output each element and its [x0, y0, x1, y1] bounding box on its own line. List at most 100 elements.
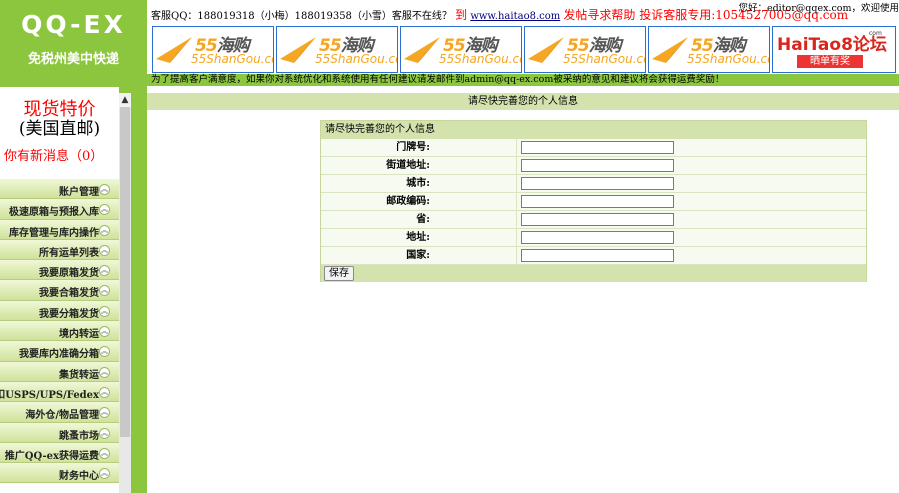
paper-plane-icon	[156, 37, 192, 63]
sidebar-item-inventory[interactable]: 库存管理与库内操作 ︽	[0, 219, 119, 240]
banner-55shangou[interactable]: 55海购 55ShanGou.com	[152, 26, 274, 73]
form-row-postal-code: 邮政编码:	[321, 193, 866, 211]
banner-55shangou[interactable]: 55海购 55ShanGou.com	[276, 26, 398, 73]
scrollbar-thumb[interactable]	[120, 107, 130, 437]
collapse-icon[interactable]: ︽	[99, 468, 110, 480]
sidebar-item-finance[interactable]: 财务中心 ︽	[0, 463, 119, 484]
sidebar-item-label: 所有运单列表	[39, 247, 99, 259]
page-root: QQ-EX 免税州美中快递 现货特价 (美国直邮) 你有新消息（0） 账户管理 ︽…	[0, 0, 899, 493]
street-input[interactable]	[521, 159, 674, 172]
collapse-icon[interactable]: ︽	[99, 366, 110, 378]
sidebar-item-split-box[interactable]: 我要分箱发货 ︽	[0, 300, 119, 322]
banner-url: 55ShanGou.com	[563, 52, 645, 66]
sidebar-item-precise-split[interactable]: 我要库内准确分箱 ︽	[0, 341, 119, 362]
form-footer: 保存	[321, 265, 866, 282]
house-number-label: 门牌号:	[321, 139, 517, 156]
sidebar-item-merge-box[interactable]: 我要合箱发货 ︽	[0, 280, 119, 301]
form-row-house-number: 门牌号:	[321, 139, 866, 157]
paper-plane-icon	[404, 37, 440, 63]
postal-code-input[interactable]	[521, 195, 674, 208]
banner-55shangou[interactable]: 55海购 55ShanGou.com	[648, 26, 770, 73]
sidebar-item-label: 我要分箱发货	[39, 308, 99, 320]
street-label: 街道地址:	[321, 157, 517, 174]
form-row-street: 街道地址:	[321, 157, 866, 175]
address-input[interactable]	[521, 231, 674, 244]
sidebar-item-original-box[interactable]: 我要原箱发货 ︽	[0, 260, 119, 281]
save-button[interactable]: 保存	[324, 266, 354, 281]
sidebar-item-label: 库存管理与库内操作	[9, 227, 99, 239]
form-row-address: 地址:	[321, 229, 866, 247]
user-greeting: 您好：editor@qqex.com，欢迎使用	[738, 3, 899, 14]
banner-url: 55ShanGou.com	[687, 52, 769, 66]
contact-to-text: 到	[455, 8, 468, 22]
collapse-icon[interactable]: ︽	[99, 407, 110, 419]
sidebar-item-consolidation[interactable]: 集货转运 ︽	[0, 361, 119, 382]
sidebar-item-all-waybills[interactable]: 所有运单列表 ︽	[0, 239, 119, 261]
sidebar-item-label: 我要原箱发货	[39, 268, 99, 280]
sidebar-item-domestic[interactable]: 境内转运 ︽	[0, 321, 119, 342]
form-row-city: 城市:	[321, 175, 866, 193]
sidebar-item-label: 折扣USPS/UPS/Fedex	[0, 389, 99, 401]
banner-url: 55ShanGou.com	[191, 52, 273, 66]
collapse-icon[interactable]: ︽	[99, 305, 110, 317]
city-input[interactable]	[521, 177, 674, 190]
collapse-icon[interactable]: ︽	[99, 204, 110, 216]
banner-haitao8-forum[interactable]: HaiTao8论坛 com 晒单有奖	[772, 26, 896, 73]
banner-55shangou[interactable]: 55海购 55ShanGou.com	[400, 26, 522, 73]
haitao8-com: com	[869, 30, 882, 37]
page-title: 请尽快完善您的个人信息	[147, 93, 899, 110]
collapse-icon[interactable]: ︽	[99, 447, 110, 459]
paper-plane-icon	[652, 37, 688, 63]
promo-link-subtitle[interactable]: (美国直邮)	[0, 114, 119, 139]
collapse-icon[interactable]: ︽	[99, 265, 110, 277]
banner-55shangou[interactable]: 55海购 55ShanGou.com	[524, 26, 646, 73]
paper-plane-icon	[280, 37, 316, 63]
site-logo[interactable]: QQ-EX	[0, 10, 147, 39]
sidebar-scrollbar[interactable]: ▲	[119, 93, 131, 493]
sidebar-item-label: 极速原箱与预报入库	[9, 207, 99, 219]
collapse-icon[interactable]: ︽	[99, 326, 110, 338]
banner-url: 55ShanGou.com	[439, 52, 521, 66]
country-label: 国家:	[321, 247, 517, 264]
collapse-icon[interactable]: ︽	[99, 184, 110, 195]
form-title: 请尽快完善您的个人信息	[321, 121, 866, 139]
form-row-country: 国家:	[321, 247, 866, 265]
site-slogan: 免税州美中快递	[27, 52, 119, 67]
province-input[interactable]	[521, 213, 674, 226]
banner-strip: 55海购 55ShanGou.com 55海购 55ShanGou.com 55…	[147, 26, 899, 74]
notice-bar: 为了提高客户满意度，如果你对系统优化和系统使用有任何建议请发邮件到admin@q…	[147, 74, 899, 86]
sidebar-item-overseas-warehouse[interactable]: 海外仓/物品管理 ︽	[0, 402, 119, 423]
collapse-icon[interactable]: ︽	[99, 346, 110, 358]
collapse-icon[interactable]: ︽	[99, 427, 110, 439]
sidebar-item-label: 我要库内准确分箱	[19, 349, 99, 361]
sidebar-item-referral[interactable]: 推广QQ-ex获得运费 ︽	[0, 442, 119, 464]
scroll-up-icon[interactable]: ▲	[119, 93, 131, 107]
collapse-icon[interactable]: ︽	[99, 386, 110, 398]
top-bar: 客服QQ：188019318（小梅）188019358（小雪）客服不在线？ 到 …	[147, 0, 899, 26]
haitao8-link[interactable]: www.haitao8.com	[470, 11, 560, 22]
sidebar-item-discount-shipping[interactable]: 折扣USPS/UPS/Fedex︽	[0, 381, 119, 403]
sidebar-item-label: 推广QQ-ex获得运费	[4, 450, 99, 462]
house-number-input[interactable]	[521, 141, 674, 154]
country-input[interactable]	[521, 249, 674, 262]
messages-link[interactable]: 你有新消息（0）	[4, 145, 103, 164]
personal-info-form: 请尽快完善您的个人信息 门牌号: 街道地址: 城市: 邮政编码: 省: 地址: …	[320, 120, 867, 282]
city-label: 城市:	[321, 175, 517, 192]
left-column: QQ-EX 免税州美中快递 现货特价 (美国直邮) 你有新消息（0） 账户管理 ︽…	[0, 0, 147, 493]
collapse-icon[interactable]: ︽	[99, 285, 110, 297]
sidebar-item-fast-inbound[interactable]: 极速原箱与预报入库 ︽	[0, 199, 119, 220]
sidebar-item-flea-market[interactable]: 跳蚤市场 ︽	[0, 422, 119, 443]
postal-code-label: 邮政编码:	[321, 193, 517, 210]
address-label: 地址:	[321, 229, 517, 246]
province-label: 省:	[321, 211, 517, 228]
sidebar-item-label: 跳蚤市场	[59, 430, 99, 442]
form-row-province: 省:	[321, 211, 866, 229]
collapse-icon[interactable]: ︽	[99, 224, 110, 236]
collapse-icon[interactable]: ︽	[99, 244, 110, 256]
sidebar-item-label: 集货转运	[59, 369, 99, 381]
banner-url: 55ShanGou.com	[315, 52, 397, 66]
contact-text: 客服QQ：188019318（小梅）188019358（小雪）客服不在线？	[151, 11, 452, 22]
sidebar: 现货特价 (美国直邮) 你有新消息（0） 账户管理 ︽ 极速原箱与预报入库 ︽ 库存…	[0, 87, 119, 493]
sidebar-item-account[interactable]: 账户管理 ︽	[0, 179, 119, 200]
sidebar-item-label: 我要合箱发货	[39, 288, 99, 300]
